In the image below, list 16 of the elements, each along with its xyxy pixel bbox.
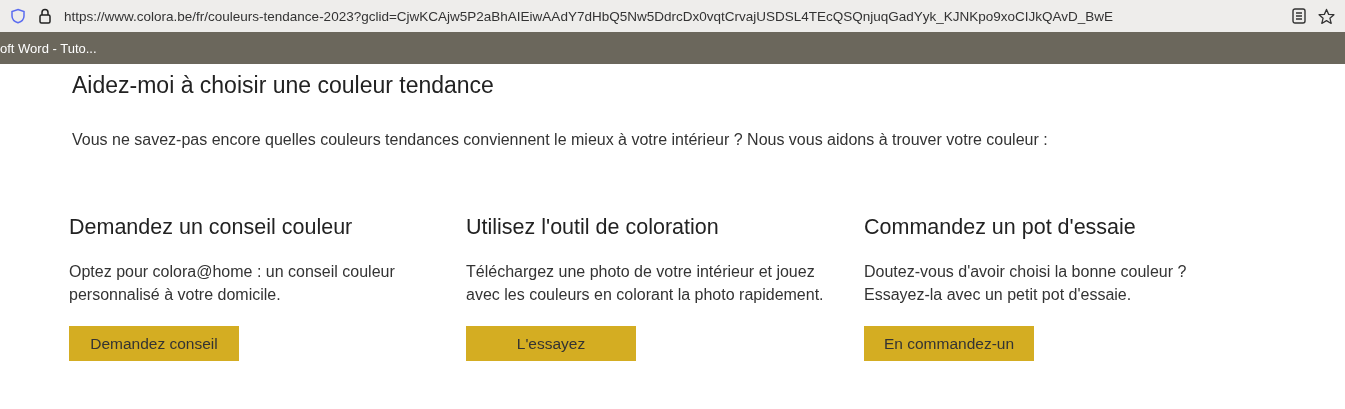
option-heading: Commandez un pot d'essaie [864,215,1136,240]
action-button[interactable]: En commandez-un [864,326,1034,361]
intro-text: Vous ne savez-pas encore quelles couleurs tendances conviennent le mieux à votre intérieur ? Nous vous aidons à trouver votre couleur : [72,131,1049,149]
option-description: Doutez-vous d'avoir choisi la bonne couleur ? Essayez-la avec un petit pot d'essaie. [864,262,1188,305]
option-heading: Utilisez l'outil de coloration [466,215,719,240]
reader-view-icon[interactable] [1292,8,1306,24]
star-icon[interactable] [1318,7,1335,25]
page-title: Aidez-moi à choisir une couleur tendance [72,72,495,99]
option-heading: Demandez un conseil couleur [69,215,353,240]
option-description: Téléchargez une photo de votre intérieur et jouez avec les couleurs en colorant la photo rapidement. [466,262,825,305]
lock-icon[interactable] [38,8,52,24]
action-button[interactable]: L'essayez [466,326,636,361]
shield-icon[interactable] [10,8,26,24]
bookmark-item[interactable]: oft Word - Tuto... [0,40,97,56]
action-button[interactable]: Demandez conseil [69,326,239,361]
option-description: Optez pour colora@home : un conseil couleur personnalisé à votre domicile. [69,262,396,305]
